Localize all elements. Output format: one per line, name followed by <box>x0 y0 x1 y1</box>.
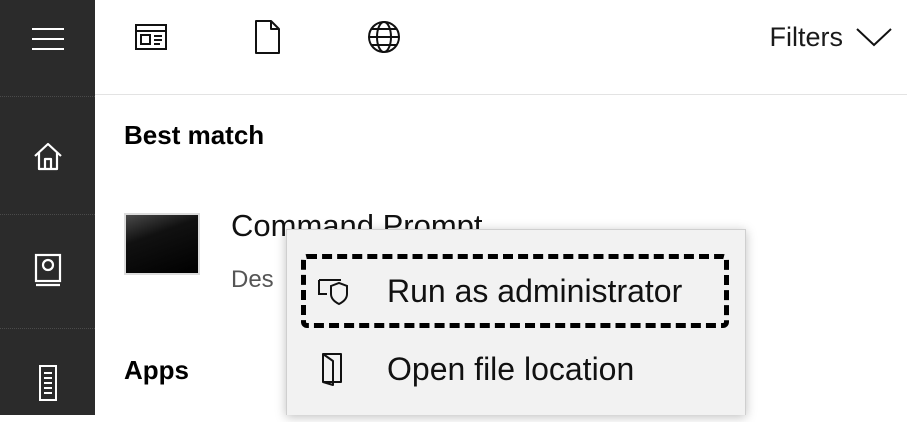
context-menu: Run as administrator Open file location <box>286 229 746 415</box>
menu-item-label: Open file location <box>387 350 635 387</box>
admin-shield-icon <box>317 274 351 308</box>
sidebar-divider <box>0 214 95 215</box>
menu-item-run-as-administrator[interactable]: Run as administrator <box>287 254 745 328</box>
filters-label: Filters <box>769 21 844 52</box>
file-location-icon <box>317 352 351 386</box>
tower-icon <box>38 365 57 401</box>
filters-dropdown[interactable]: Filters <box>770 20 894 54</box>
home-icon <box>33 142 62 171</box>
apps-heading: Apps <box>124 355 189 385</box>
menu-item-label: Run as administrator <box>387 272 683 309</box>
sidebar-item-home[interactable] <box>0 118 95 194</box>
filter-toolbar: Filters <box>95 0 907 95</box>
command-prompt-icon <box>124 213 200 275</box>
sidebar <box>0 0 95 415</box>
chevron-down-icon <box>856 28 892 47</box>
result-subtitle: Des <box>231 266 274 293</box>
menu-item-open-file-location[interactable]: Open file location <box>287 332 745 406</box>
notebook-icon <box>34 253 61 287</box>
sidebar-item-documents[interactable] <box>0 232 95 308</box>
web-filter-icon <box>368 21 400 53</box>
sidebar-divider <box>0 328 95 329</box>
web-filter-button[interactable] <box>366 19 402 55</box>
apps-filter-icon <box>135 24 167 50</box>
sidebar-divider <box>0 96 95 97</box>
documents-filter-icon <box>255 20 280 54</box>
hamburger-menu-icon <box>31 28 64 50</box>
documents-filter-button[interactable] <box>249 19 285 55</box>
apps-filter-button[interactable] <box>133 19 169 55</box>
best-match-heading: Best match <box>124 120 265 150</box>
sidebar-item-device[interactable] <box>0 346 95 422</box>
hamburger-menu-button[interactable] <box>0 0 95 78</box>
